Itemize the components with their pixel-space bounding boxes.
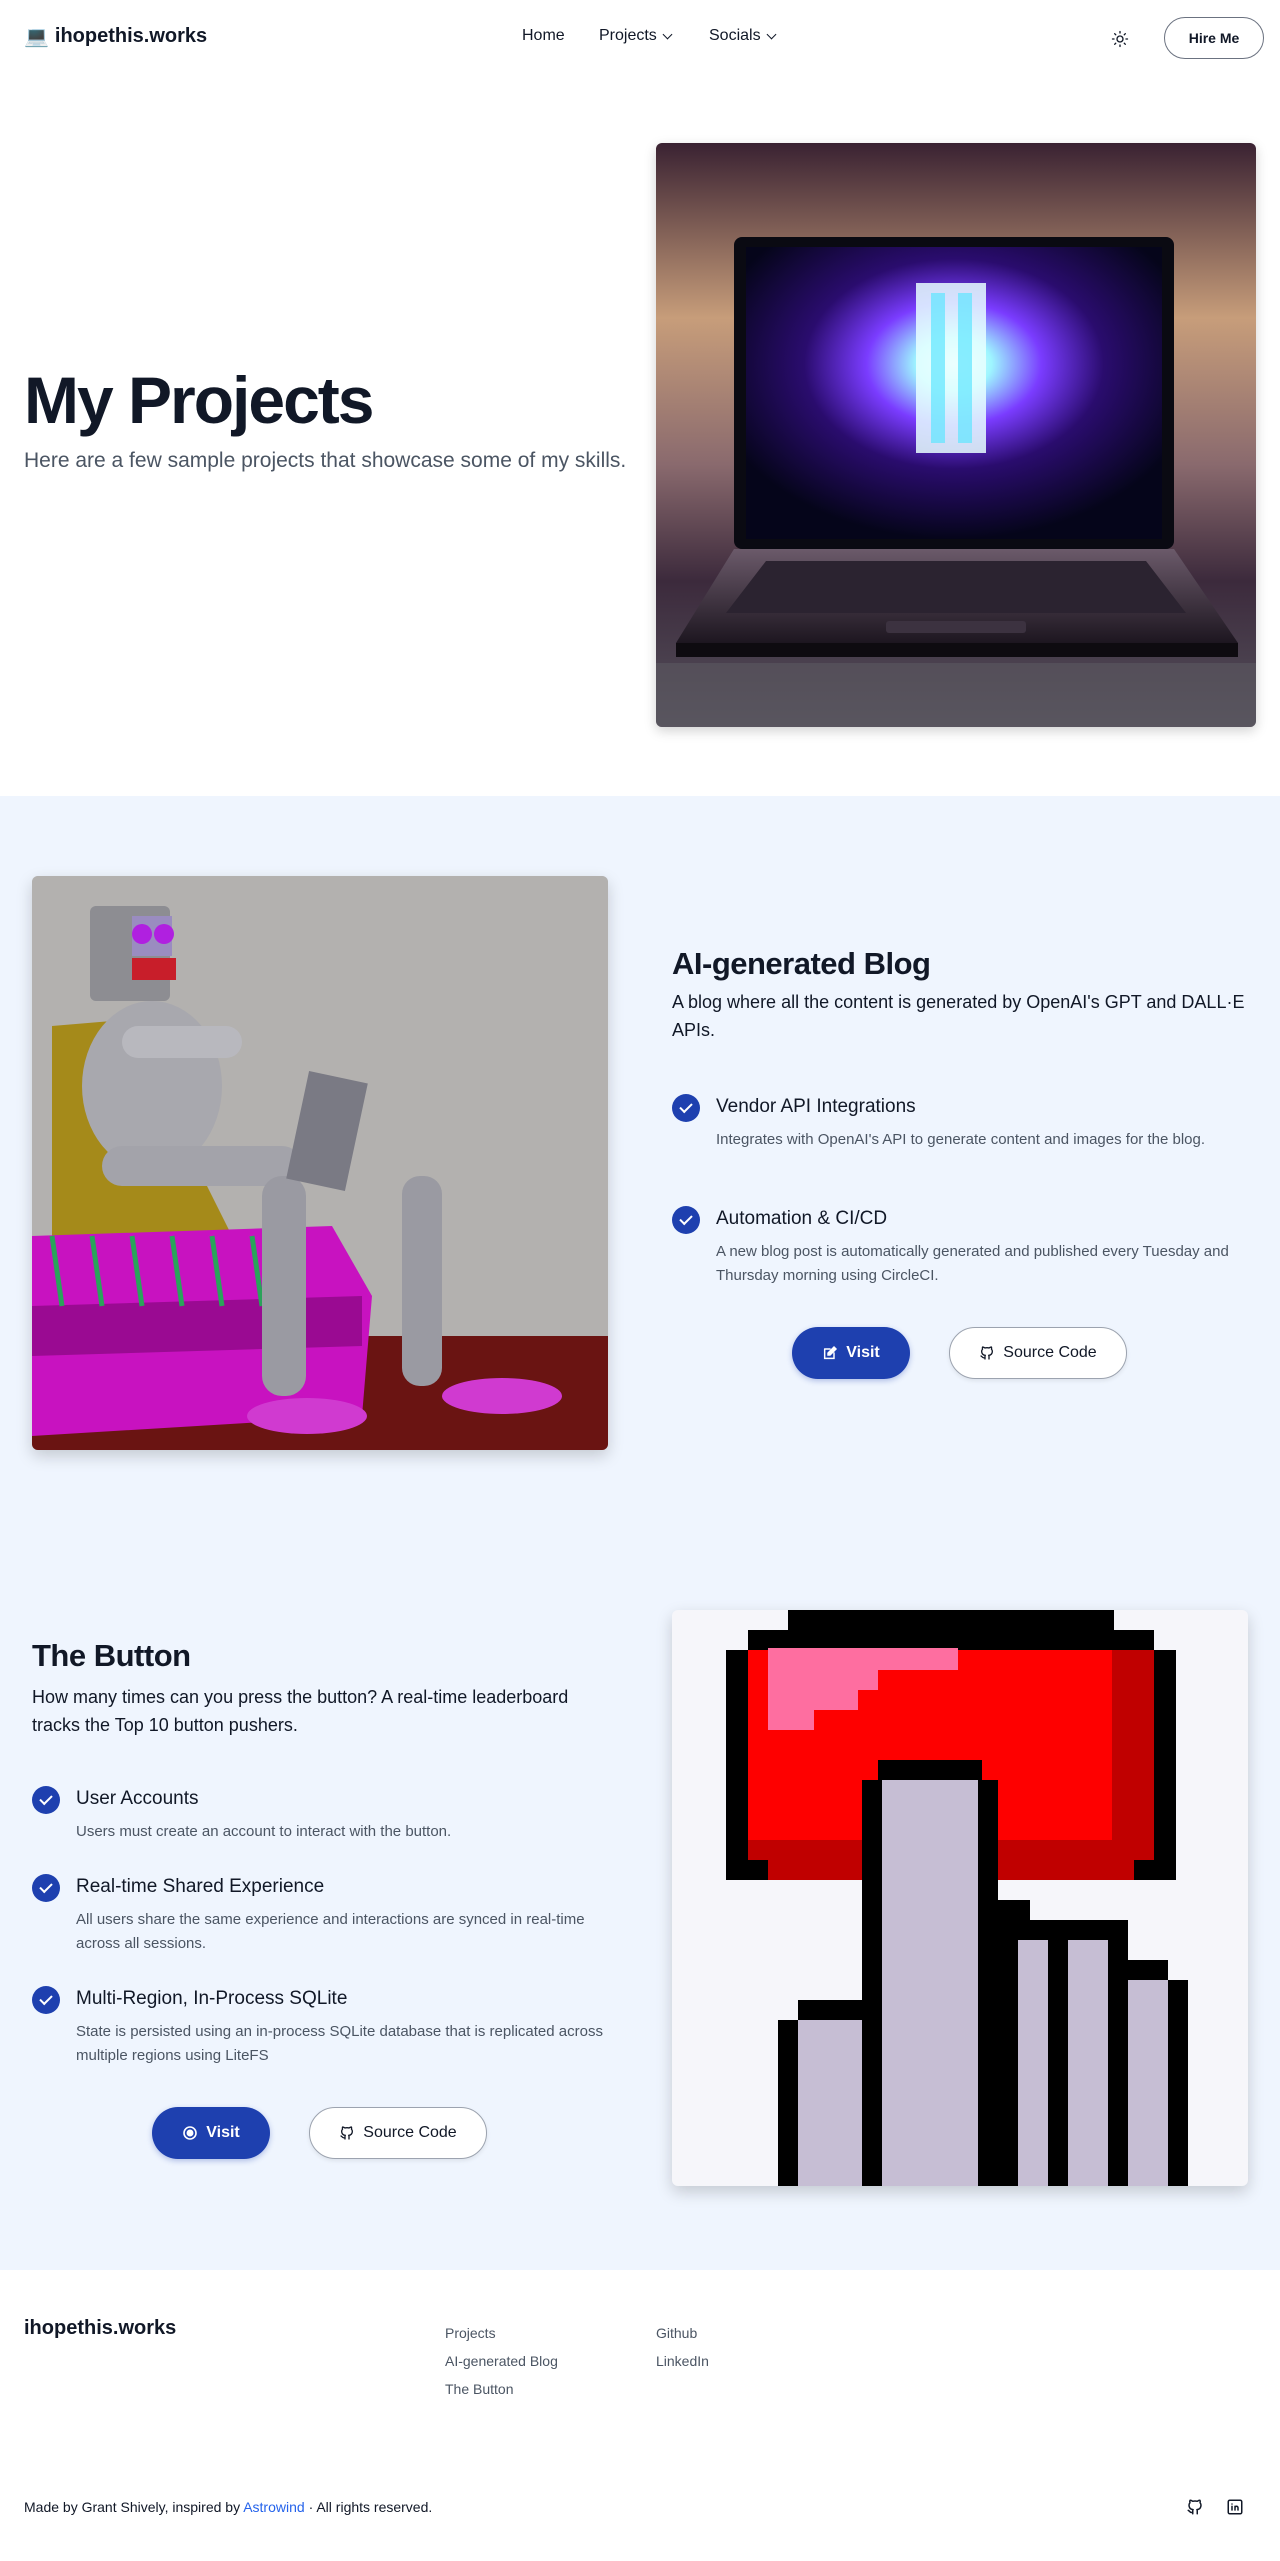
- feature-title: Multi-Region, In-Process SQLite: [76, 1988, 348, 2009]
- footer-link-linkedin[interactable]: LinkedIn: [656, 2353, 709, 2369]
- feature-description: State is persisted using an in-process S…: [76, 2023, 603, 2064]
- nav-projects-label: Projects: [599, 27, 657, 44]
- chevron-down-icon: [766, 29, 777, 39]
- site-logo-text: ihopethis.works: [54, 25, 208, 47]
- source-code-label: Source Code: [363, 2124, 457, 2141]
- github-icon: [1187, 2499, 1202, 2515]
- robot-project-image: [32, 876, 608, 1450]
- pixel-button-image: [672, 1610, 1248, 2186]
- page-title: My Projects: [24, 363, 374, 437]
- source-code-button[interactable]: Source Code: [949, 1327, 1127, 1379]
- footer-link-github[interactable]: Github: [656, 2325, 697, 2341]
- footer-brand[interactable]: ihopethis.works: [24, 2317, 176, 2340]
- check-icon: [672, 1206, 700, 1234]
- chevron-down-icon: [662, 29, 673, 39]
- github-icon: [980, 1346, 994, 1360]
- laptop-icon: 💻: [24, 26, 49, 48]
- github-icon: [340, 2126, 354, 2140]
- feature-description: Users must create an account to interact…: [76, 1823, 452, 1840]
- nav-home[interactable]: Home: [522, 27, 592, 45]
- nav-projects-dropdown[interactable]: Projects: [599, 27, 699, 45]
- feature-title: Automation & CI/CD: [716, 1208, 888, 1229]
- source-code-label: Source Code: [1003, 1344, 1097, 1361]
- sun-icon: [1111, 30, 1129, 48]
- feature-title: User Accounts: [76, 1788, 199, 1809]
- site-logo[interactable]: 💻 ihopethis.works: [24, 24, 207, 49]
- feature-title: Vendor API Integrations: [716, 1096, 916, 1117]
- linkedin-icon: [1227, 2499, 1243, 2515]
- nav-socials-label: Socials: [709, 27, 761, 44]
- project-title: The Button: [32, 1638, 191, 1673]
- visit-button-label: Visit: [846, 1344, 880, 1361]
- nav-socials-dropdown[interactable]: Socials: [709, 27, 809, 45]
- hire-me-button[interactable]: Hire Me: [1164, 17, 1264, 59]
- footer-link-ai-blog[interactable]: AI-generated Blog: [445, 2353, 558, 2369]
- check-icon: [32, 1786, 60, 1814]
- edit-icon: [824, 1345, 838, 1360]
- target-icon: [183, 2126, 198, 2140]
- project-description: How many times can you press the button?…: [32, 1687, 569, 1735]
- page-subtitle: Here are a few sample projects that show…: [24, 449, 627, 472]
- theme-toggle-button[interactable]: [1108, 27, 1132, 51]
- project-title: AI-generated Blog: [672, 946, 931, 981]
- footer-github-link[interactable]: [1184, 2496, 1206, 2518]
- hero-laptop-image: [656, 143, 1256, 727]
- footer-credits: Made by Grant Shively, inspired by Astro…: [24, 2499, 432, 2515]
- visit-button[interactable]: Visit: [152, 2107, 270, 2159]
- site-header: 💻 ihopethis.works Home Projects Socials …: [0, 0, 1280, 76]
- check-icon: [32, 1986, 60, 2014]
- astrowind-link[interactable]: Astrowind: [243, 2499, 304, 2515]
- feature-description: Integrates with OpenAI's API to generate…: [716, 1131, 1206, 1148]
- nav-home-label: Home: [522, 27, 565, 44]
- feature-title: Real-time Shared Experience: [76, 1876, 325, 1897]
- project-description: A blog where all the content is generate…: [672, 992, 1245, 1040]
- footer-link-the-button[interactable]: The Button: [445, 2381, 514, 2397]
- footer-rights: · All rights reserved.: [308, 2499, 433, 2515]
- footer-linkedin-link[interactable]: [1224, 2496, 1246, 2518]
- feature-description: All users share the same experience and …: [76, 1911, 585, 1952]
- visit-button[interactable]: Visit: [792, 1327, 910, 1379]
- feature-description: A new blog post is automatically generat…: [716, 1243, 1229, 1284]
- check-icon: [672, 1094, 700, 1122]
- check-icon: [32, 1874, 60, 1902]
- footer-link-projects[interactable]: Projects: [445, 2325, 496, 2341]
- footer-made-by: Made by Grant Shively, inspired by: [24, 2499, 241, 2515]
- source-code-button[interactable]: Source Code: [309, 2107, 487, 2159]
- visit-button-label: Visit: [206, 2124, 240, 2141]
